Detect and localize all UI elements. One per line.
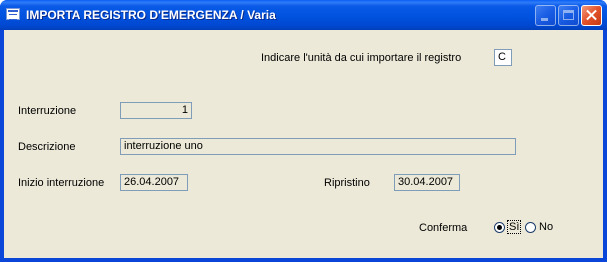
app-window-icon bbox=[6, 8, 20, 20]
window-title: IMPORTA REGISTRO D'EMERGENZA / Varia bbox=[26, 8, 276, 22]
start-date-field[interactable]: 26.04.2007 bbox=[120, 174, 188, 191]
maximize-icon bbox=[559, 6, 578, 25]
close-button[interactable] bbox=[581, 5, 602, 26]
interruption-number-field[interactable]: 1 bbox=[120, 102, 192, 119]
confirm-yes-label: Sì bbox=[506, 220, 522, 234]
radio-checked-icon bbox=[494, 221, 505, 233]
import-registry-window: IMPORTA REGISTRO D'EMERGENZA / Varia Ind… bbox=[0, 0, 607, 262]
drive-input[interactable]: C bbox=[494, 49, 512, 66]
drive-prompt-label: Indicare l'unità da cui importare il reg… bbox=[261, 52, 462, 64]
interruption-label: Interruzione bbox=[18, 105, 77, 117]
description-label: Descrizione bbox=[18, 141, 76, 153]
form-area: Indicare l'unità da cui importare il reg… bbox=[4, 30, 603, 258]
close-icon bbox=[582, 6, 601, 25]
maximize-button[interactable] bbox=[558, 5, 579, 26]
restore-date-field[interactable]: 30.04.2007 bbox=[394, 174, 460, 191]
minimize-icon bbox=[536, 6, 555, 25]
confirm-label: Conferma bbox=[419, 222, 468, 234]
restore-date-label: Ripristino bbox=[324, 177, 370, 189]
start-date-label: Inizio interruzione bbox=[18, 177, 105, 189]
description-field[interactable]: interruzione uno bbox=[120, 138, 516, 155]
confirm-yes-radio[interactable]: Sì bbox=[494, 220, 522, 234]
title-bar[interactable]: IMPORTA REGISTRO D'EMERGENZA / Varia bbox=[0, 0, 607, 30]
confirm-no-radio[interactable]: No bbox=[525, 221, 553, 233]
radio-unchecked-icon bbox=[525, 221, 536, 233]
confirm-no-label: No bbox=[539, 221, 554, 233]
minimize-button[interactable] bbox=[535, 5, 556, 26]
